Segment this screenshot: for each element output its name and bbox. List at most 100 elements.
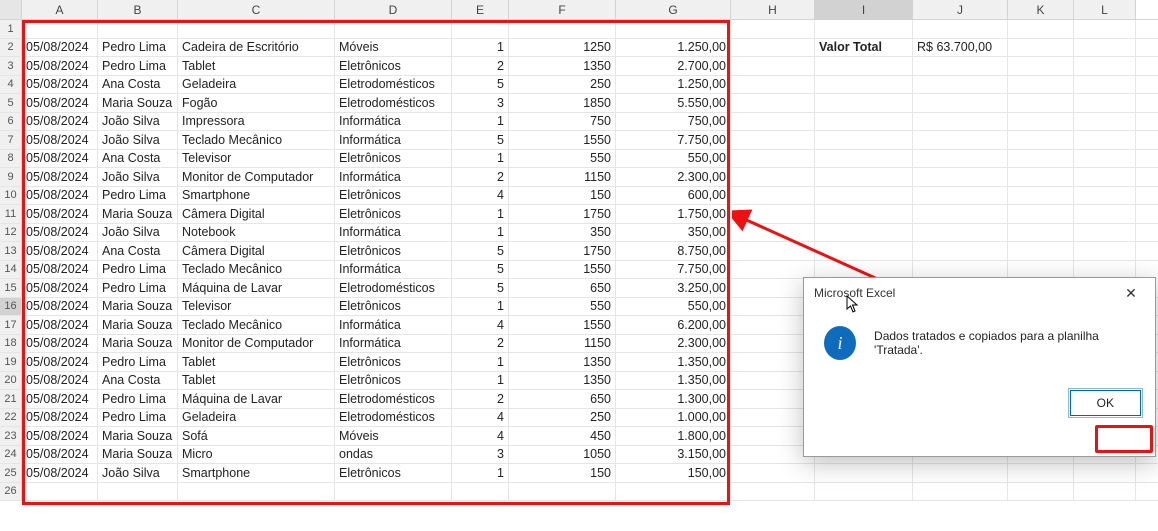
- cell[interactable]: [731, 57, 815, 75]
- cell[interactable]: 1350: [509, 57, 616, 75]
- cell[interactable]: Eletrônicos: [335, 372, 452, 390]
- cell[interactable]: [1008, 483, 1074, 501]
- cell[interactable]: [1074, 483, 1136, 501]
- cell[interactable]: 150: [509, 464, 616, 482]
- cell[interactable]: 3.150,00: [616, 446, 731, 464]
- cell[interactable]: [815, 94, 913, 112]
- cell[interactable]: Maria Souza: [98, 94, 178, 112]
- cell[interactable]: [98, 483, 178, 501]
- cell[interactable]: 05/08/2024: [22, 353, 98, 371]
- cell[interactable]: Eletrônicos: [335, 187, 452, 205]
- cell[interactable]: 05/08/2024: [22, 224, 98, 242]
- cell[interactable]: Teclado Mecânico: [178, 261, 335, 279]
- cell[interactable]: 2: [452, 168, 509, 186]
- cell[interactable]: 2: [452, 335, 509, 353]
- cell[interactable]: Eletrodomésticos: [335, 94, 452, 112]
- cell[interactable]: 2.300,00: [616, 168, 731, 186]
- cell[interactable]: [913, 242, 1008, 260]
- cell[interactable]: 350: [509, 224, 616, 242]
- cell[interactable]: [1008, 113, 1074, 131]
- cell[interactable]: [815, 131, 913, 149]
- cell[interactable]: [731, 131, 815, 149]
- column-header-K[interactable]: K: [1008, 0, 1074, 19]
- row-header[interactable]: 5: [0, 94, 22, 112]
- cell[interactable]: 05/08/2024: [22, 39, 98, 57]
- cell[interactable]: Eletrônicos: [335, 205, 452, 223]
- cell[interactable]: 05/08/2024: [22, 409, 98, 427]
- cell[interactable]: 1150: [509, 335, 616, 353]
- cell[interactable]: Pedro Lima: [98, 261, 178, 279]
- cell[interactable]: 1550: [509, 261, 616, 279]
- row-header[interactable]: 1: [0, 20, 22, 38]
- column-header-C[interactable]: C: [178, 0, 335, 19]
- ok-button[interactable]: OK: [1070, 390, 1141, 416]
- cell[interactable]: 8.750,00: [616, 242, 731, 260]
- cell[interactable]: [22, 483, 98, 501]
- cell[interactable]: 05/08/2024: [22, 298, 98, 316]
- cell[interactable]: 5: [452, 261, 509, 279]
- row-header[interactable]: 20: [0, 372, 22, 390]
- cell[interactable]: [1074, 150, 1136, 168]
- cell[interactable]: Eletrônicos: [335, 150, 452, 168]
- row-header[interactable]: 7: [0, 131, 22, 149]
- row-header[interactable]: 8: [0, 150, 22, 168]
- cell[interactable]: Informática: [335, 335, 452, 353]
- cell[interactable]: Câmera Digital: [178, 242, 335, 260]
- cell[interactable]: [616, 483, 731, 501]
- summary-label[interactable]: Valor Total: [815, 39, 913, 57]
- cell[interactable]: 05/08/2024: [22, 187, 98, 205]
- cell[interactable]: 450: [509, 427, 616, 445]
- cell[interactable]: [452, 483, 509, 501]
- cell[interactable]: Televisor: [178, 150, 335, 168]
- cell[interactable]: [913, 483, 1008, 501]
- cell[interactable]: 750,00: [616, 113, 731, 131]
- cell[interactable]: 1.750,00: [616, 205, 731, 223]
- row-header[interactable]: 11: [0, 205, 22, 223]
- column-header-J[interactable]: J: [913, 0, 1008, 19]
- column-header-B[interactable]: B: [98, 0, 178, 19]
- cell[interactable]: [913, 168, 1008, 186]
- cell[interactable]: [913, 187, 1008, 205]
- cell[interactable]: [731, 39, 815, 57]
- cell[interactable]: [1074, 94, 1136, 112]
- cell[interactable]: [815, 20, 913, 38]
- cell[interactable]: 5: [452, 242, 509, 260]
- cell[interactable]: [335, 20, 452, 38]
- row-header[interactable]: 17: [0, 316, 22, 334]
- cell[interactable]: Micro: [178, 446, 335, 464]
- cell[interactable]: ondas: [335, 446, 452, 464]
- cell[interactable]: Maria Souza: [98, 316, 178, 334]
- cell[interactable]: João Silva: [98, 131, 178, 149]
- cell[interactable]: Ana Costa: [98, 76, 178, 94]
- column-header-A[interactable]: A: [22, 0, 98, 19]
- cell[interactable]: 05/08/2024: [22, 94, 98, 112]
- cell[interactable]: Eletrônicos: [335, 242, 452, 260]
- cell[interactable]: Notebook: [178, 224, 335, 242]
- cell[interactable]: 05/08/2024: [22, 113, 98, 131]
- cell[interactable]: 1750: [509, 205, 616, 223]
- cell[interactable]: [1008, 187, 1074, 205]
- cell[interactable]: Maria Souza: [98, 335, 178, 353]
- cell[interactable]: [731, 242, 815, 260]
- cell[interactable]: Maria Souza: [98, 446, 178, 464]
- column-header-E[interactable]: E: [452, 0, 509, 19]
- cell[interactable]: [178, 20, 335, 38]
- cell[interactable]: Informática: [335, 224, 452, 242]
- cell[interactable]: Eletrônicos: [335, 57, 452, 75]
- cell[interactable]: 05/08/2024: [22, 316, 98, 334]
- cell[interactable]: 250: [509, 76, 616, 94]
- cell[interactable]: [731, 187, 815, 205]
- cell[interactable]: [815, 168, 913, 186]
- cell[interactable]: 550: [509, 150, 616, 168]
- cell[interactable]: 1.350,00: [616, 372, 731, 390]
- cell[interactable]: 1.250,00: [616, 39, 731, 57]
- cell[interactable]: 1550: [509, 131, 616, 149]
- cell[interactable]: 05/08/2024: [22, 261, 98, 279]
- cell[interactable]: [815, 57, 913, 75]
- cell[interactable]: [1008, 57, 1074, 75]
- cell[interactable]: Tablet: [178, 372, 335, 390]
- cell[interactable]: Tablet: [178, 353, 335, 371]
- row-header[interactable]: 14: [0, 261, 22, 279]
- cell[interactable]: [913, 205, 1008, 223]
- cell[interactable]: 05/08/2024: [22, 446, 98, 464]
